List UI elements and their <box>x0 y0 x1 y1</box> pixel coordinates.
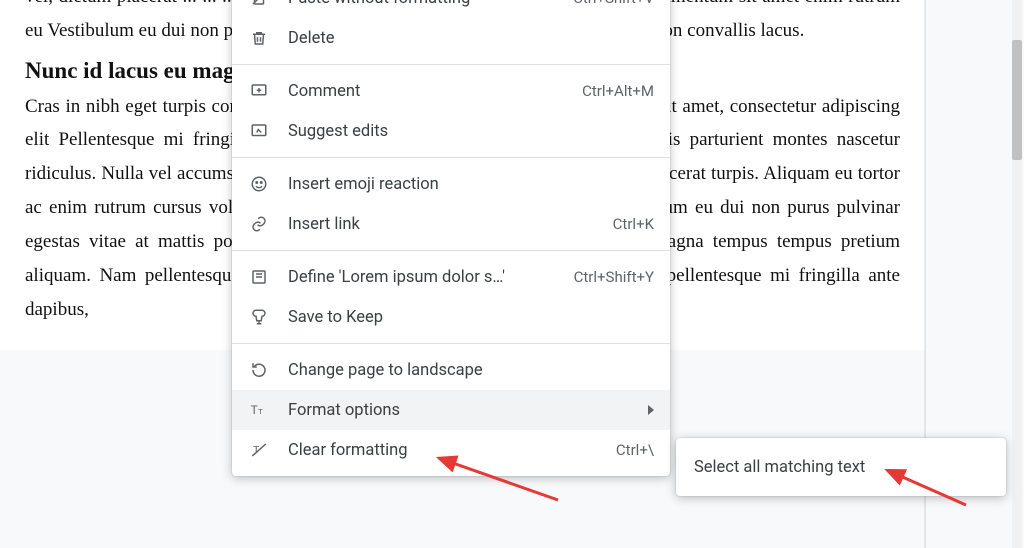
submenu-arrow-icon <box>648 405 654 415</box>
format-icon: TT <box>248 399 270 421</box>
svg-text:T: T <box>258 407 263 416</box>
menu-divider <box>232 250 670 251</box>
menu-divider <box>232 343 670 344</box>
trash-icon <box>248 27 270 49</box>
menu-shortcut: Ctrl+K <box>601 215 654 233</box>
submenu-item-select-all-matching[interactable]: Select all matching text <box>676 444 1006 490</box>
format-options-submenu: Select all matching text <box>676 438 1006 496</box>
comment-icon <box>248 80 270 102</box>
emoji-icon <box>248 173 270 195</box>
menu-item-change-landscape[interactable]: Change page to landscape <box>232 350 670 390</box>
menu-label: Insert emoji reaction <box>288 175 654 194</box>
menu-item-insert-link[interactable]: Insert link Ctrl+K <box>232 204 670 244</box>
paste-plain-icon <box>248 0 270 9</box>
link-icon <box>248 213 270 235</box>
menu-item-delete[interactable]: Delete <box>232 18 670 58</box>
menu-label: Comment <box>288 82 570 101</box>
dictionary-icon <box>248 266 270 288</box>
menu-label: Save to Keep <box>288 308 654 327</box>
menu-shortcut: Ctrl+\ <box>604 441 654 459</box>
menu-shortcut: Ctrl+Shift+V <box>561 0 654 7</box>
vertical-scrollbar[interactable] <box>1012 0 1022 548</box>
menu-label: Define 'Lorem ipsum dolor s…' <box>288 268 562 287</box>
menu-item-define[interactable]: Define 'Lorem ipsum dolor s…' Ctrl+Shift… <box>232 257 670 297</box>
menu-item-save-to-keep[interactable]: Save to Keep <box>232 297 670 337</box>
rotate-page-icon <box>248 359 270 381</box>
menu-shortcut: Ctrl+Shift+Y <box>562 268 654 286</box>
menu-item-clear-formatting[interactable]: T Clear formatting Ctrl+\ <box>232 430 670 470</box>
menu-label: Delete <box>288 29 654 48</box>
menu-label: Suggest edits <box>288 122 654 141</box>
menu-divider <box>232 157 670 158</box>
menu-label: Insert link <box>288 215 601 234</box>
svg-text:T: T <box>251 404 258 417</box>
menu-item-paste-without-formatting[interactable]: Paste without formatting Ctrl+Shift+V <box>232 0 670 18</box>
menu-label: Change page to landscape <box>288 361 654 380</box>
menu-label: Format options <box>288 401 648 420</box>
menu-item-comment[interactable]: Comment Ctrl+Alt+M <box>232 71 670 111</box>
menu-item-format-options[interactable]: TT Format options <box>232 390 670 430</box>
keep-icon <box>248 306 270 328</box>
menu-label: Clear formatting <box>288 441 604 460</box>
clear-format-icon: T <box>248 439 270 461</box>
menu-divider <box>232 64 670 65</box>
suggest-icon <box>248 120 270 142</box>
menu-item-emoji-reaction[interactable]: Insert emoji reaction <box>232 164 670 204</box>
menu-label: Paste without formatting <box>288 0 561 8</box>
context-menu: Paste without formatting Ctrl+Shift+V De… <box>232 0 670 476</box>
scrollbar-thumb[interactable] <box>1012 40 1022 160</box>
menu-shortcut: Ctrl+Alt+M <box>570 82 654 100</box>
menu-item-suggest-edits[interactable]: Suggest edits <box>232 111 670 151</box>
submenu-label: Select all matching text <box>694 458 865 477</box>
